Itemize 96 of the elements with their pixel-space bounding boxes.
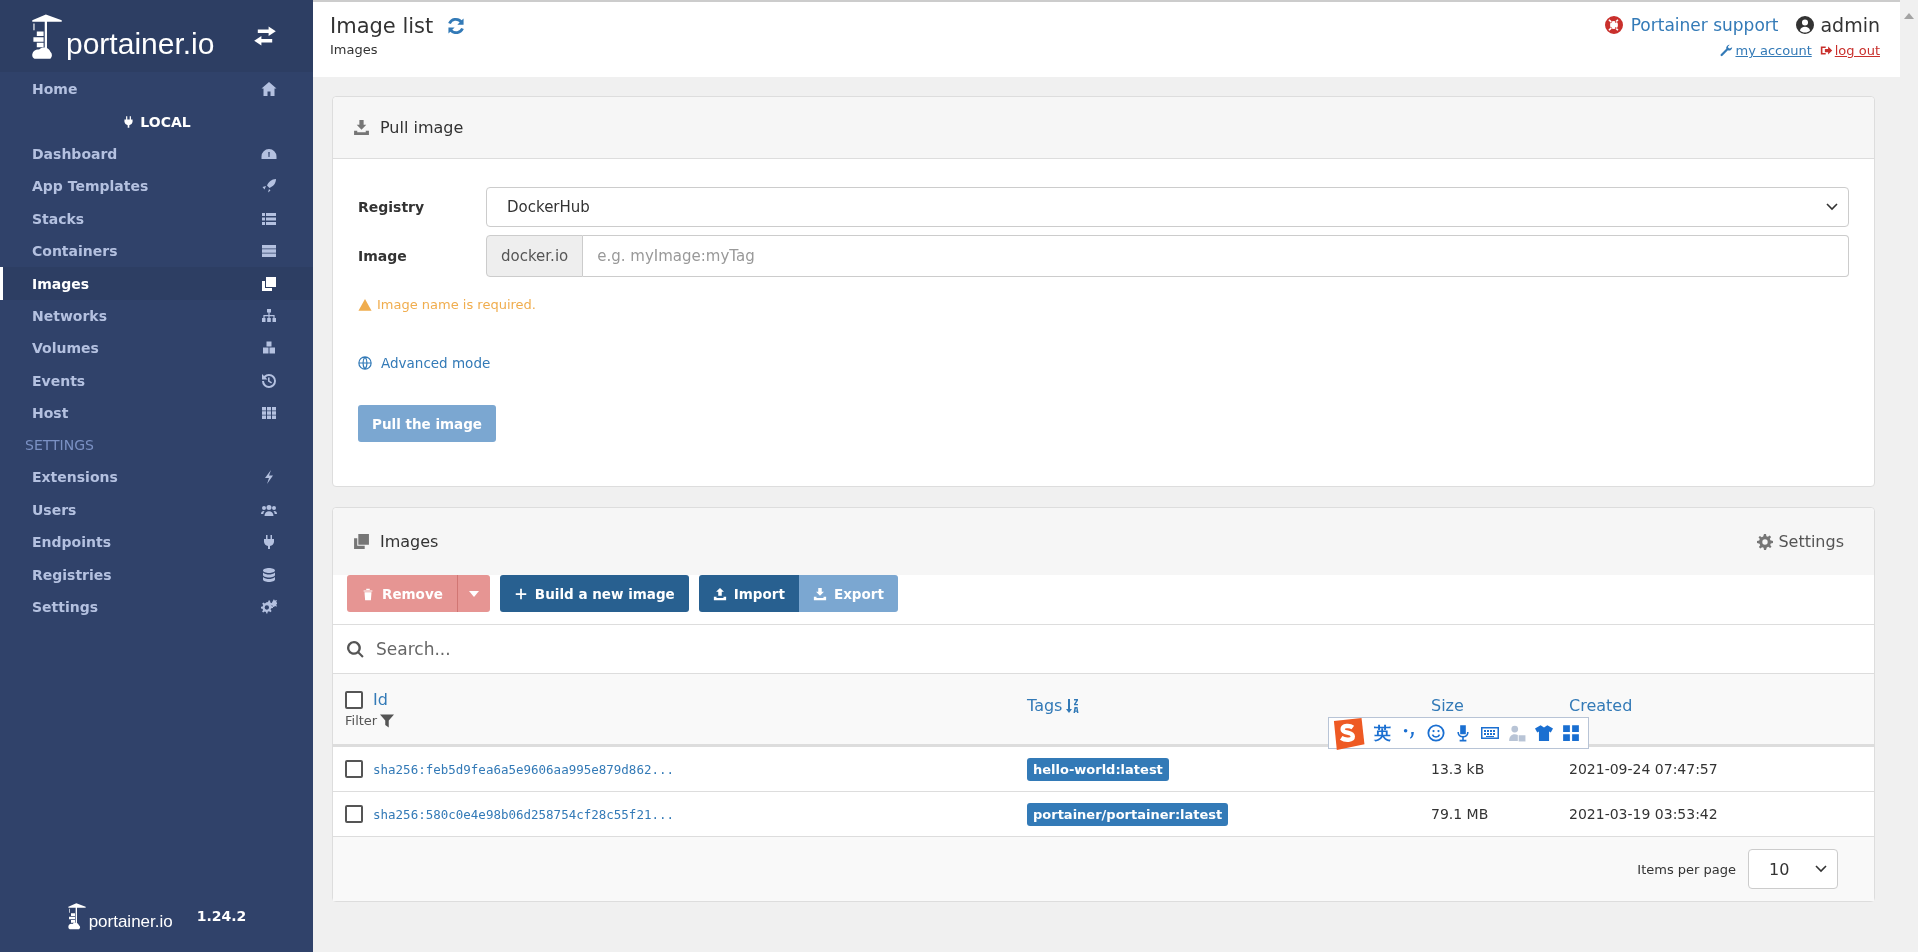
history-icon bbox=[261, 372, 277, 389]
section-heading: SETTINGS bbox=[24, 436, 95, 456]
plug-icon bbox=[122, 114, 136, 129]
field-label: Image bbox=[358, 248, 408, 264]
house-icon bbox=[261, 81, 277, 98]
table-cell: 2021-03-19 03:53:42 bbox=[1569, 806, 1718, 822]
shirt-icon[interactable] bbox=[1535, 724, 1553, 742]
sidebar-item[interactable]: Registries bbox=[0, 558, 313, 591]
endpoint-name: LOCAL bbox=[140, 113, 191, 130]
items-per-page-label: Items per page bbox=[1637, 861, 1736, 877]
my-account-link[interactable]: my account bbox=[1720, 43, 1812, 58]
user-name: admin bbox=[1796, 14, 1880, 36]
page-title: Image list bbox=[330, 14, 434, 38]
sidebar-item[interactable]: Users bbox=[0, 493, 313, 527]
validation-warning: Image name is required. bbox=[358, 297, 1849, 312]
grid-icon bbox=[261, 405, 277, 422]
image-id-link[interactable]: sha256:feb5d9fea6a5e9606aa995e879d862... bbox=[373, 761, 675, 777]
field-label: Registry bbox=[358, 199, 426, 215]
plug-icon bbox=[261, 534, 277, 551]
image-tag: hello-world:latest bbox=[1027, 758, 1169, 781]
table-cell: 79.1 MB bbox=[1431, 806, 1489, 822]
database-icon bbox=[261, 566, 277, 583]
sidebar-item[interactable]: Host bbox=[0, 396, 313, 430]
row-checkbox[interactable] bbox=[345, 805, 363, 823]
filter-icon bbox=[380, 713, 395, 728]
chevron-down-icon bbox=[1826, 203, 1838, 211]
sidebar-item[interactable]: Dashboard bbox=[0, 137, 313, 171]
advanced-mode-link[interactable]: Advanced mode bbox=[358, 355, 491, 371]
gear-icon bbox=[1757, 533, 1774, 550]
plus-icon bbox=[513, 586, 528, 601]
smiley-icon[interactable] bbox=[1427, 724, 1445, 742]
column-header[interactable]: Created bbox=[1569, 698, 1633, 714]
globe-icon bbox=[358, 356, 372, 370]
download-icon bbox=[353, 119, 370, 136]
dropdown-toggle[interactable] bbox=[456, 575, 490, 612]
chevron-down-icon bbox=[1815, 865, 1827, 873]
column-header[interactable]: Size bbox=[1431, 698, 1464, 714]
column-header[interactable]: Id bbox=[373, 690, 388, 709]
sidebar-item[interactable]: Volumes bbox=[0, 332, 313, 365]
server-icon bbox=[261, 243, 277, 260]
download-icon bbox=[812, 586, 827, 601]
upload-icon bbox=[712, 586, 727, 601]
registry-select[interactable]: DockerHub bbox=[486, 187, 1849, 227]
swap-arrows-icon[interactable] bbox=[253, 26, 277, 46]
table-cell: 13.3 kB bbox=[1431, 761, 1485, 777]
breadcrumb: Images bbox=[330, 42, 379, 57]
sidebar-item[interactable]: Networks bbox=[0, 299, 313, 333]
image-input[interactable]: e.g. myImage:myTag bbox=[583, 235, 1849, 277]
sidebar-item[interactable]: Containers bbox=[0, 234, 313, 268]
copy-icon bbox=[261, 275, 277, 292]
sidebar-item[interactable]: Extensions bbox=[0, 461, 313, 494]
copy-icon bbox=[353, 533, 370, 550]
cubes-icon bbox=[261, 340, 277, 357]
sidebar-item[interactable]: Settings bbox=[0, 590, 313, 624]
items-per-page-select[interactable]: 10 bbox=[1748, 849, 1838, 889]
log-out-link[interactable]: log out bbox=[1819, 43, 1880, 58]
sign-out-icon bbox=[1819, 44, 1833, 57]
table-cell: 2021-09-24 07:47:57 bbox=[1569, 761, 1718, 777]
rocket-icon bbox=[261, 178, 277, 195]
list-icon bbox=[261, 210, 277, 227]
registry-prefix: docker.io bbox=[486, 235, 584, 277]
image-tag: portainer/portainer:latest bbox=[1027, 803, 1229, 826]
build-button[interactable]: Build a new image bbox=[499, 575, 689, 612]
select-all-checkbox[interactable] bbox=[345, 690, 363, 709]
panel-title: Pull image bbox=[380, 118, 464, 137]
portainer-logo: portainer.io bbox=[66, 902, 173, 930]
sidebar-item[interactable]: Events bbox=[0, 364, 313, 397]
filter-button[interactable]: Filter bbox=[345, 713, 395, 728]
column-header[interactable]: Tags bbox=[1027, 698, 1081, 714]
crane-icon bbox=[66, 902, 87, 930]
version-label: 1.24.2 bbox=[196, 908, 247, 924]
warning-icon bbox=[358, 297, 372, 312]
search-icon bbox=[347, 640, 364, 658]
caret-icon bbox=[468, 590, 479, 597]
support-link[interactable]: Portainer support bbox=[1604, 15, 1779, 35]
sitemap-icon bbox=[261, 307, 277, 324]
sidebar-item[interactable]: Images bbox=[0, 267, 313, 300]
sidebar-item[interactable]: App Templates bbox=[0, 170, 313, 203]
user-icon bbox=[1796, 16, 1815, 34]
input-mode-toggle[interactable]: 英 bbox=[1374, 721, 1391, 745]
microphone-icon[interactable] bbox=[1454, 724, 1472, 742]
gears-icon bbox=[261, 599, 277, 616]
row-checkbox[interactable] bbox=[345, 760, 363, 778]
import-button[interactable]: Import bbox=[698, 575, 799, 612]
sidebar-item[interactable]: Stacks bbox=[0, 202, 313, 235]
panel-title: Images bbox=[380, 532, 439, 551]
image-id-link[interactable]: sha256:580c0e4e98b06d258754cf28c55f21... bbox=[373, 806, 675, 822]
sort-icon bbox=[1066, 698, 1081, 714]
life-ring-icon bbox=[1604, 16, 1623, 34]
table-settings-button[interactable]: Settings bbox=[1757, 532, 1844, 551]
crane-icon bbox=[30, 13, 64, 59]
sidebar-item[interactable]: Endpoints bbox=[0, 526, 313, 559]
grid-icon[interactable] bbox=[1562, 724, 1580, 742]
sidebar-item[interactable]: Home bbox=[0, 73, 313, 106]
wrench-icon bbox=[1720, 44, 1734, 57]
keyboard-icon[interactable] bbox=[1481, 724, 1499, 742]
